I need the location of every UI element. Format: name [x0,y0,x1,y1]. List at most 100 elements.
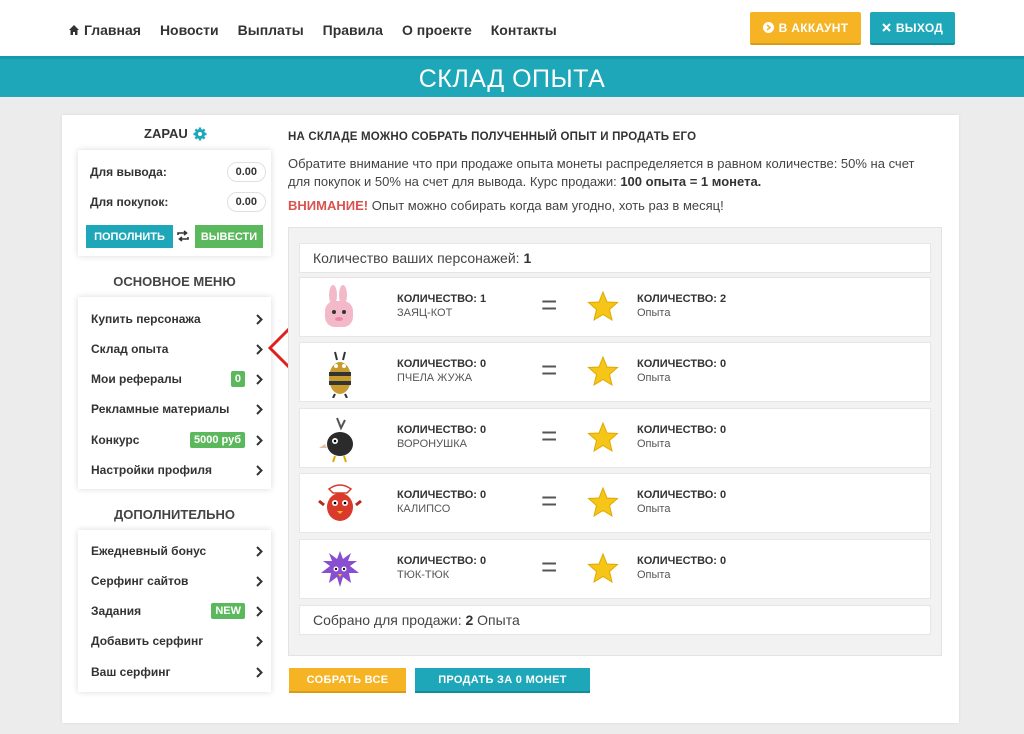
equals-sign: = [541,420,558,451]
menu-item-your-surfing[interactable]: Ваш серфинг [91,662,263,682]
star-icon [587,355,619,387]
bunny-cat-character-image [325,285,353,327]
experience-amount: КОЛИЧЕСТВО: 0 Опыта [637,358,726,384]
main-nav: Главная Новости Выплаты Правила О проект… [68,22,557,38]
withdraw-balance-value: 0.00 [226,162,266,182]
character-row: КОЛИЧЕСТВО: 0 КАЛИПСО = КОЛИЧЕСТВО: 0 Оп… [299,473,931,533]
collected-for-sale: Собрано для продажи: 2 Опыта [313,612,520,628]
exchange-icon[interactable] [176,229,190,243]
crow-character-image [319,417,353,463]
menu-item-promo-materials[interactable]: Рекламные материалы [91,399,263,419]
collect-all-button[interactable]: СОБРАТЬ ВСЕ [289,668,406,693]
page-banner: СКЛАД ОПЫТА [0,56,1024,97]
experience-amount: КОЛИЧЕСТВО: 2 Опыта [637,293,726,319]
user-name: ZAPAU [144,126,207,141]
character-count: КОЛИЧЕСТВО: 0 [397,358,487,370]
menu-item-label: Купить персонажа [91,312,201,326]
character-count: КОЛИЧЕСТВО: 0 [397,489,487,501]
menu-item-referrals[interactable]: Мои рефералы 0 [91,369,263,389]
menu-item-buy-character[interactable]: Купить персонажа [91,309,263,329]
equals-sign: = [541,289,558,320]
chevron-right-icon [256,575,263,587]
character-row: КОЛИЧЕСТВО: 0 ВОРОНУШКА = КОЛИЧЕСТВО: 0 … [299,408,931,468]
extra-menu-title: ДОПОЛНИТЕЛЬНО [114,507,235,522]
character-count: КОЛИЧЕСТВО: 0 [397,424,487,436]
equals-sign: = [541,485,558,516]
collected-label: Собрано для продажи: [313,612,462,628]
character-row: КОЛИЧЕСТВО: 0 ТЮК-ТЮК = КОЛИЧЕСТВО: 0 Оп… [299,539,931,599]
account-button[interactable]: В АККАУНТ [750,12,861,45]
menu-item-tasks[interactable]: Задания NEW [91,601,263,621]
character-quantity: КОЛИЧЕСТВО: 0 ПЧЕЛА ЖУЖА [397,358,486,384]
exit-button[interactable]: ВЫХОД [870,12,955,45]
nav-contacts[interactable]: Контакты [491,22,557,38]
username-text: ZAPAU [144,126,188,141]
nav-payouts[interactable]: Выплаты [238,22,304,38]
chevron-right-icon [256,403,263,415]
star-icon [587,421,619,453]
withdraw-button[interactable]: ВЫВЕСТИ [195,225,263,248]
experience-label: Опыта [637,307,671,319]
purchase-balance-label: Для покупок: [90,195,169,209]
menu-item-site-surfing[interactable]: Серфинг сайтов [91,571,263,591]
experience-count: КОЛИЧЕСТВО: 0 [637,424,727,436]
character-quantity: КОЛИЧЕСТВО: 0 ВОРОНУШКА [397,424,486,450]
menu-item-exp-storage[interactable]: Склад опыта [91,339,263,359]
menu-item-label: Склад опыта [91,342,169,356]
chevron-right-icon [256,545,263,557]
nav-rules[interactable]: Правила [323,22,383,38]
menu-item-add-surfing[interactable]: Добавить серфинг [91,631,263,651]
experience-label: Опыта [637,503,671,515]
exp-storage-panel: Количество ваших персонажей: 1 КОЛИЧЕСТВ… [288,227,942,656]
chevron-right-icon [256,373,263,385]
characters-count-value: 1 [523,250,532,266]
exchange-rate: 100 опыта = 1 монета. [620,174,762,189]
experience-label: Опыта [637,372,671,384]
withdraw-balance-label: Для вывода: [90,165,167,179]
character-quantity: КОЛИЧЕСТВО: 0 ТЮК-ТЮК [397,555,486,581]
bee-character-image [329,351,351,398]
sell-button[interactable]: ПРОДАТЬ ЗА 0 МОНЕТ [415,668,590,693]
chevron-right-icon [256,605,263,617]
top-up-button[interactable]: ПОПОЛНИТЬ [86,225,173,248]
chevron-right-icon [256,464,263,476]
experience-count: КОЛИЧЕСТВО: 0 [637,358,727,370]
contest-badge: 5000 руб [189,432,245,448]
collected-value: 2 [465,612,474,628]
experience-label: Опыта [637,569,671,581]
star-icon [587,486,619,518]
top-navbar: Главная Новости Выплаты Правила О проект… [0,0,1024,56]
character-name: ВОРОНУШКА [397,438,467,450]
menu-item-label: Добавить серфинг [91,634,204,648]
tasks-new-badge: NEW [211,603,245,619]
character-name: ЗАЯЦ-КОТ [397,307,453,319]
menu-item-profile-settings[interactable]: Настройки профиля [91,460,263,480]
menu-item-daily-bonus[interactable]: Ежедневный бонус [91,541,263,561]
characters-count: Количество ваших персонажей: 1 [313,250,531,266]
characters-count-label: Количество ваших персонажей: [313,250,520,266]
menu-item-contest[interactable]: Конкурс 5000 руб [91,430,263,450]
equals-sign: = [541,354,558,385]
purchase-balance-value: 0.00 [226,192,266,212]
menu-item-label: Ваш серфинг [91,665,171,679]
menu-item-label: Задания [91,604,142,618]
tyuk-tyuk-character-image [321,551,359,587]
extra-menu: Ежедневный бонус Серфинг сайтов Задания … [78,530,271,692]
nav-news[interactable]: Новости [160,22,219,38]
nav-home[interactable]: Главная [68,22,141,38]
nav-home-label: Главная [84,22,141,38]
description-text: Обратите внимание что при продаже опыта … [288,156,915,189]
home-icon [69,25,79,35]
chevron-right-icon [256,635,263,647]
gear-icon[interactable] [193,127,207,141]
main-menu: Купить персонажа Склад опыта Мои реферал… [78,297,271,489]
menu-item-label: Настройки профиля [91,463,213,477]
chevron-right-icon [256,434,263,446]
menu-item-label: Серфинг сайтов [91,574,189,588]
nav-about[interactable]: О проекте [402,22,472,38]
experience-label: Опыта [637,438,671,450]
referrals-badge: 0 [230,371,245,387]
account-button-label: В АККАУНТ [778,20,849,35]
withdraw-balance-row: Для вывода: 0.00 [90,162,266,182]
chevron-right-icon [256,313,263,325]
